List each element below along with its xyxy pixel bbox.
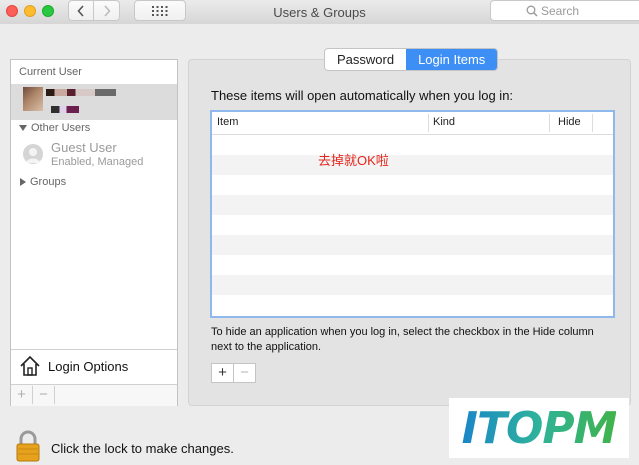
- current-user-header: Current User: [19, 66, 82, 78]
- lock-message: Click the lock to make changes.: [51, 441, 234, 456]
- remove-user-button[interactable]: −: [33, 386, 55, 404]
- guest-user-status: Enabled, Managed: [51, 156, 144, 168]
- login-options-label: Login Options: [48, 359, 129, 374]
- tab-login-items[interactable]: Login Items: [406, 49, 498, 70]
- remove-login-item-button[interactable]: −: [234, 364, 255, 382]
- users-sidebar: Current User Other Users Guest User Enab…: [10, 59, 178, 406]
- column-header-item[interactable]: Item: [217, 116, 238, 128]
- other-users-label: Other Users: [31, 122, 91, 134]
- user-silhouette-icon: [26, 148, 40, 163]
- padlock-icon[interactable]: [15, 430, 41, 462]
- table-header: Item Kind Hide: [212, 112, 613, 135]
- table-row: [212, 295, 613, 315]
- search-icon: [526, 5, 538, 17]
- table-row: [212, 275, 613, 295]
- disclosure-down-icon[interactable]: [19, 125, 27, 132]
- annotation-text: 去掉就OK啦: [318, 153, 389, 168]
- login-options-item[interactable]: Login Options: [11, 349, 177, 384]
- groups-header[interactable]: Groups: [19, 176, 66, 188]
- groups-label: Groups: [30, 176, 67, 188]
- search-field[interactable]: Search: [490, 0, 639, 21]
- column-header-hide[interactable]: Hide: [558, 116, 581, 128]
- table-row: [212, 155, 613, 175]
- hide-hint-text: To hide an application when you log in, …: [211, 326, 594, 353]
- column-divider: [549, 114, 550, 132]
- guest-avatar: [23, 144, 43, 164]
- table-row: [212, 195, 613, 215]
- login-items-description: These items will open automatically when…: [211, 88, 514, 103]
- table-row: [212, 255, 613, 275]
- tab-bar: Password Login Items: [324, 48, 499, 71]
- house-icon: [20, 355, 40, 376]
- watermark-text: ITOPM: [461, 402, 618, 454]
- disclosure-right-icon[interactable]: [20, 178, 26, 187]
- table-row: [212, 175, 613, 195]
- guest-user-name[interactable]: Guest User: [51, 140, 117, 155]
- table-row: [212, 135, 613, 155]
- table-row: [212, 215, 613, 235]
- title-bar: Users & Groups Search: [0, 0, 639, 24]
- redacted-username-line2: [51, 106, 79, 113]
- search-placeholder: Search: [541, 3, 580, 18]
- login-item-add-remove: + −: [211, 363, 256, 383]
- redacted-username: [46, 89, 116, 96]
- column-divider: [592, 114, 593, 132]
- tab-password[interactable]: Password: [325, 49, 406, 70]
- column-header-kind[interactable]: Kind: [433, 116, 455, 128]
- add-login-item-button[interactable]: +: [212, 364, 234, 382]
- sidebar-footer: + −: [11, 384, 177, 406]
- other-users-header: Other Users: [19, 122, 90, 134]
- column-divider: [428, 114, 429, 132]
- table-rows: [212, 135, 613, 315]
- add-user-button[interactable]: +: [11, 386, 33, 404]
- table-row: [212, 235, 613, 255]
- current-user-avatar: [23, 87, 43, 111]
- login-items-table[interactable]: Item Kind Hide 去掉就OK啦: [210, 110, 615, 318]
- watermark-logo: ITOPM: [449, 398, 629, 458]
